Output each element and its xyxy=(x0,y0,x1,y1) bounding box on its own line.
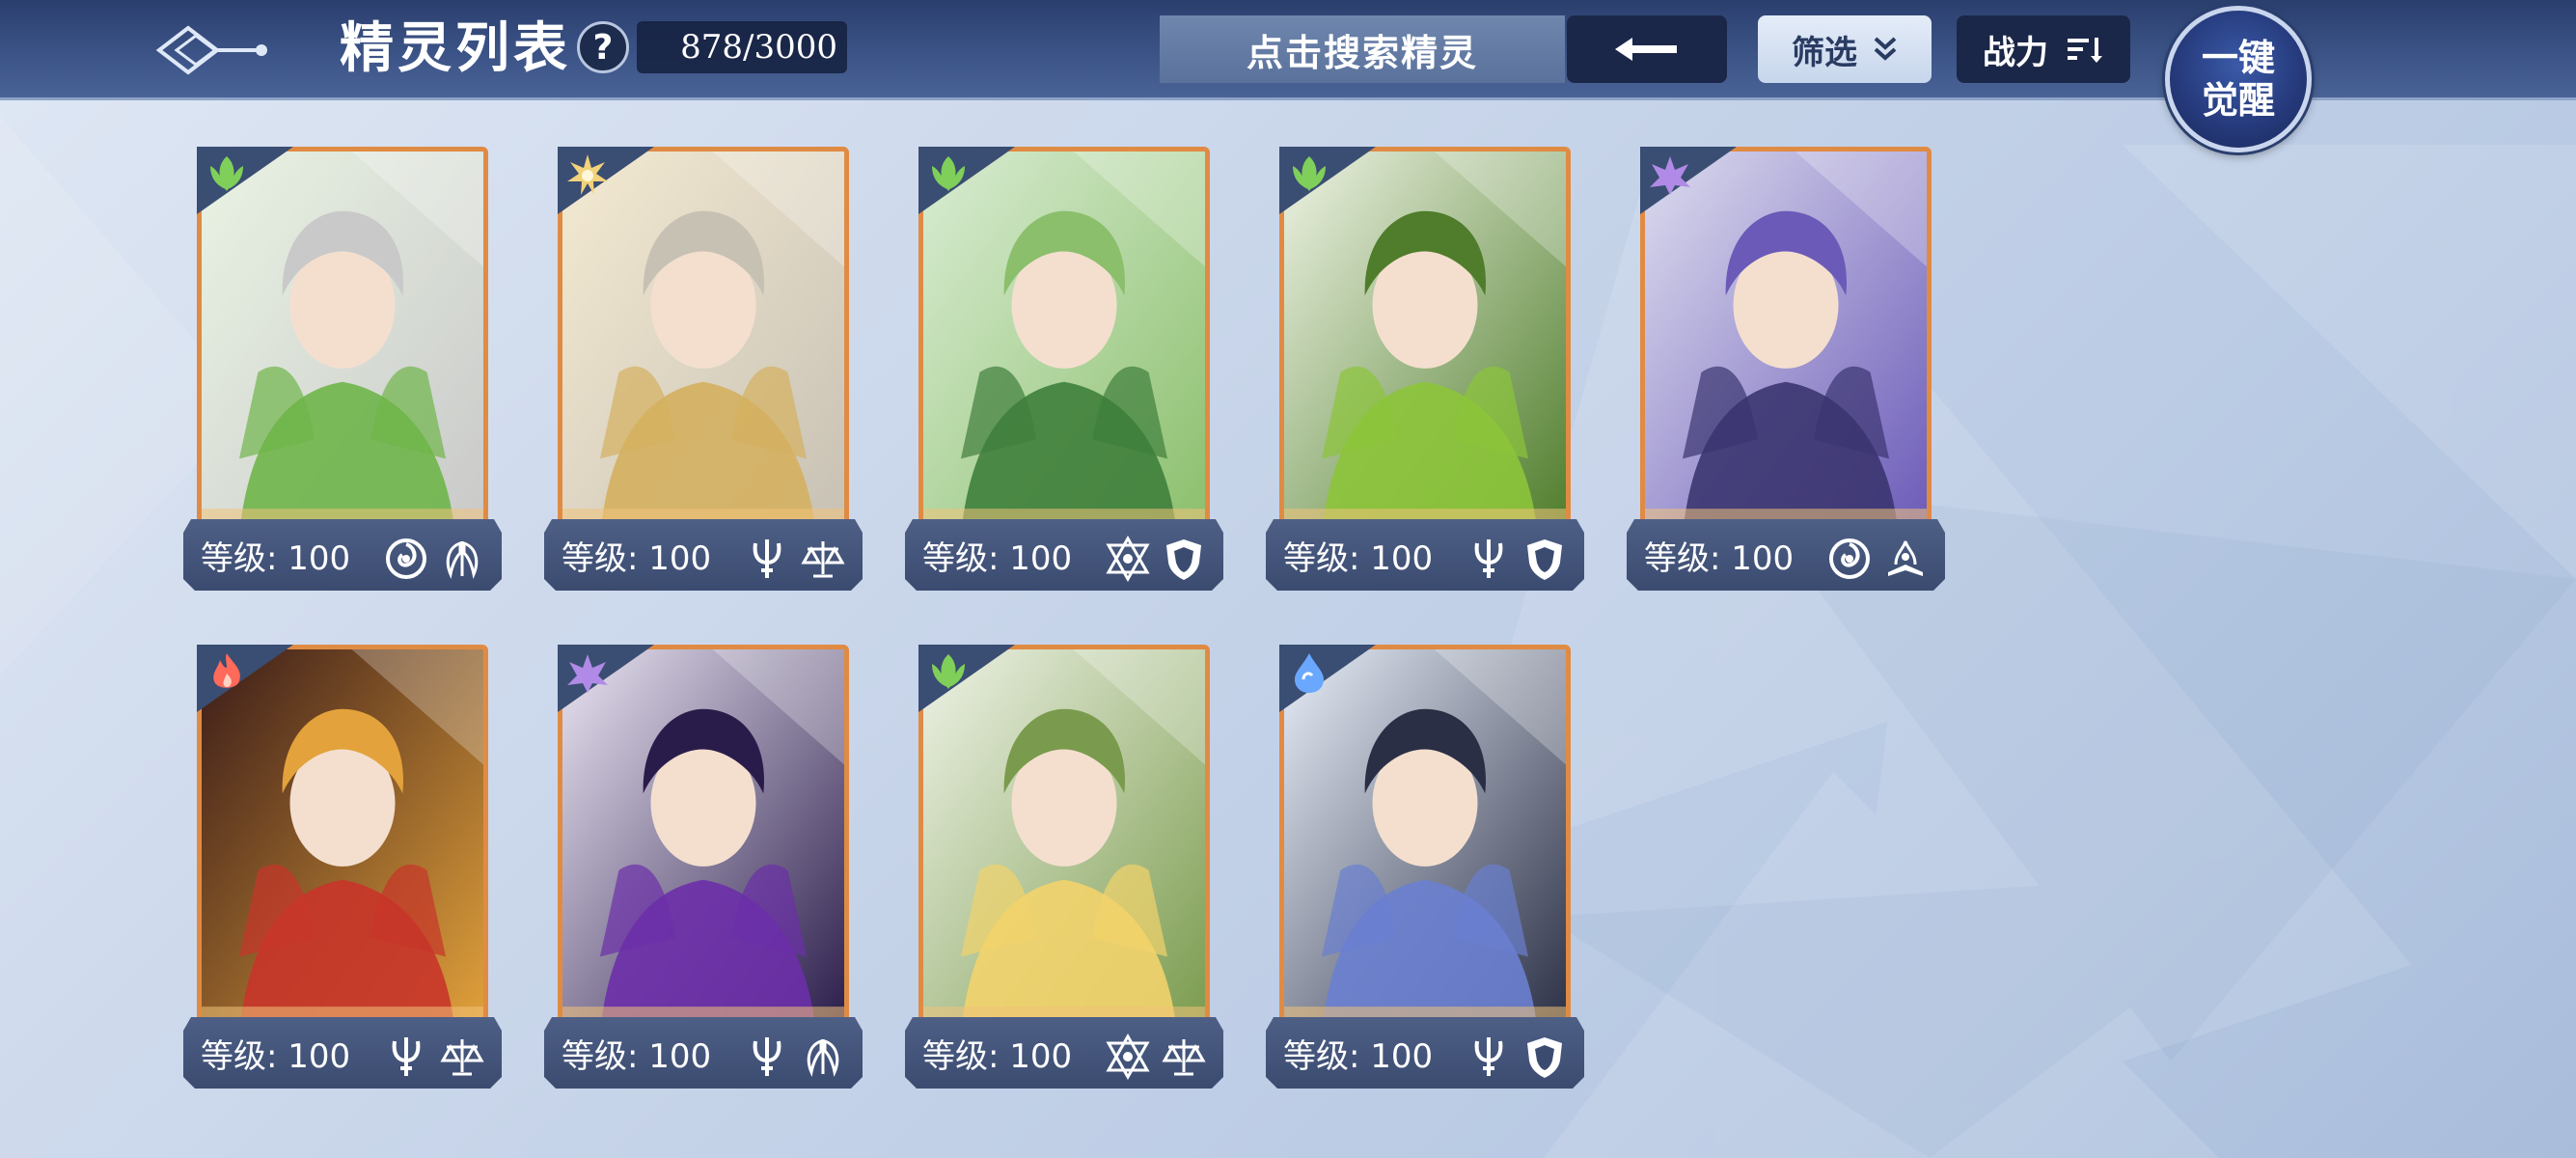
awaken-label-1: 一键 xyxy=(2201,36,2275,79)
filter-button[interactable]: 筛选 xyxy=(1758,15,1932,83)
spirit-card[interactable]: 等级: 100 xyxy=(183,147,502,591)
spirit-card[interactable]: 等级: 100 xyxy=(544,147,863,591)
help-button[interactable]: ? xyxy=(577,21,629,73)
spirit-card[interactable]: 等级: 100 xyxy=(544,645,863,1089)
trait-icons xyxy=(743,1031,847,1083)
dark-icon xyxy=(1646,151,1694,199)
trait-icons xyxy=(1465,1031,1569,1083)
wings-icon xyxy=(438,535,486,583)
spirit-card[interactable]: 等级: 100 xyxy=(905,147,1223,591)
wings-icon xyxy=(799,1033,847,1081)
scales-icon xyxy=(1160,1033,1208,1081)
spirit-card[interactable]: 等级: 100 xyxy=(905,645,1223,1089)
swirl-icon xyxy=(1825,535,1874,583)
level-label: 等级: 100 xyxy=(201,539,351,578)
back-arrow-icon xyxy=(155,25,267,75)
arrow-left-icon xyxy=(1615,38,1677,61)
grass-icon xyxy=(1285,151,1333,199)
fire-icon xyxy=(203,648,251,697)
sort-icon xyxy=(2068,38,2102,63)
shield-icon xyxy=(1521,1033,1569,1081)
grass-icon xyxy=(924,648,973,697)
trait-icons xyxy=(382,1031,486,1083)
search-button[interactable] xyxy=(1567,15,1727,83)
awaken-label-2: 觉醒 xyxy=(2201,78,2275,122)
level-label: 等级: 100 xyxy=(562,1037,712,1076)
trait-icons xyxy=(1825,533,1930,585)
spirit-card[interactable]: 等级: 100 xyxy=(1266,645,1584,1089)
star-icon xyxy=(1104,535,1152,583)
level-label: 等级: 100 xyxy=(201,1037,351,1076)
spirit-card[interactable]: 等级: 100 xyxy=(1266,147,1584,591)
trident-icon xyxy=(743,1033,791,1081)
trident-icon xyxy=(1465,1033,1513,1081)
trait-icons xyxy=(1104,533,1208,585)
level-label: 等级: 100 xyxy=(1644,539,1795,578)
trait-icons xyxy=(743,533,847,585)
light-icon xyxy=(563,151,612,199)
trait-icons xyxy=(1465,533,1569,585)
spirit-portrait xyxy=(558,645,849,1038)
trait-icons xyxy=(1104,1031,1208,1083)
trident-icon xyxy=(1465,535,1513,583)
spirit-count: 878/3000 xyxy=(637,21,847,73)
spirit-portrait xyxy=(918,147,1210,540)
spirit-portrait xyxy=(1279,645,1571,1038)
grass-icon xyxy=(924,151,973,199)
level-label: 等级: 100 xyxy=(1283,539,1434,578)
spirit-portrait xyxy=(197,147,488,540)
scales-icon xyxy=(799,535,847,583)
level-label: 等级: 100 xyxy=(922,1037,1073,1076)
spirit-portrait xyxy=(558,147,849,540)
shield-icon xyxy=(1521,535,1569,583)
spirit-portrait xyxy=(918,645,1210,1038)
water-icon xyxy=(1285,648,1333,697)
spirit-portrait xyxy=(1279,147,1571,540)
trident-icon xyxy=(382,1033,430,1081)
chevron-double-down-icon xyxy=(1874,37,1897,61)
spirit-portrait xyxy=(1640,147,1932,540)
filter-label: 筛选 xyxy=(1792,33,1857,72)
level-label: 等级: 100 xyxy=(1283,1037,1434,1076)
spirit-portrait xyxy=(197,645,488,1038)
level-label: 等级: 100 xyxy=(562,539,712,578)
trait-icons xyxy=(382,533,486,585)
shield-icon xyxy=(1160,535,1208,583)
page-title: 精灵列表 xyxy=(340,16,571,80)
book-icon xyxy=(1881,535,1930,583)
level-label: 等级: 100 xyxy=(922,539,1073,578)
trident-icon xyxy=(743,535,791,583)
sort-button[interactable]: 战力 xyxy=(1957,15,2130,83)
star-icon xyxy=(1104,1033,1152,1081)
spirit-card[interactable]: 等级: 100 xyxy=(183,645,502,1089)
swirl-icon xyxy=(382,535,430,583)
scales-icon xyxy=(438,1033,486,1081)
back-button[interactable] xyxy=(145,10,280,91)
grass-icon xyxy=(203,151,251,199)
spirit-card[interactable]: 等级: 100 xyxy=(1627,147,1945,591)
search-input[interactable]: 点击搜索精灵 xyxy=(1160,15,1565,83)
dark-icon xyxy=(563,648,612,697)
sort-label: 战力 xyxy=(1983,33,2048,72)
one-click-awaken-button[interactable]: 一键 觉醒 xyxy=(2165,6,2312,152)
